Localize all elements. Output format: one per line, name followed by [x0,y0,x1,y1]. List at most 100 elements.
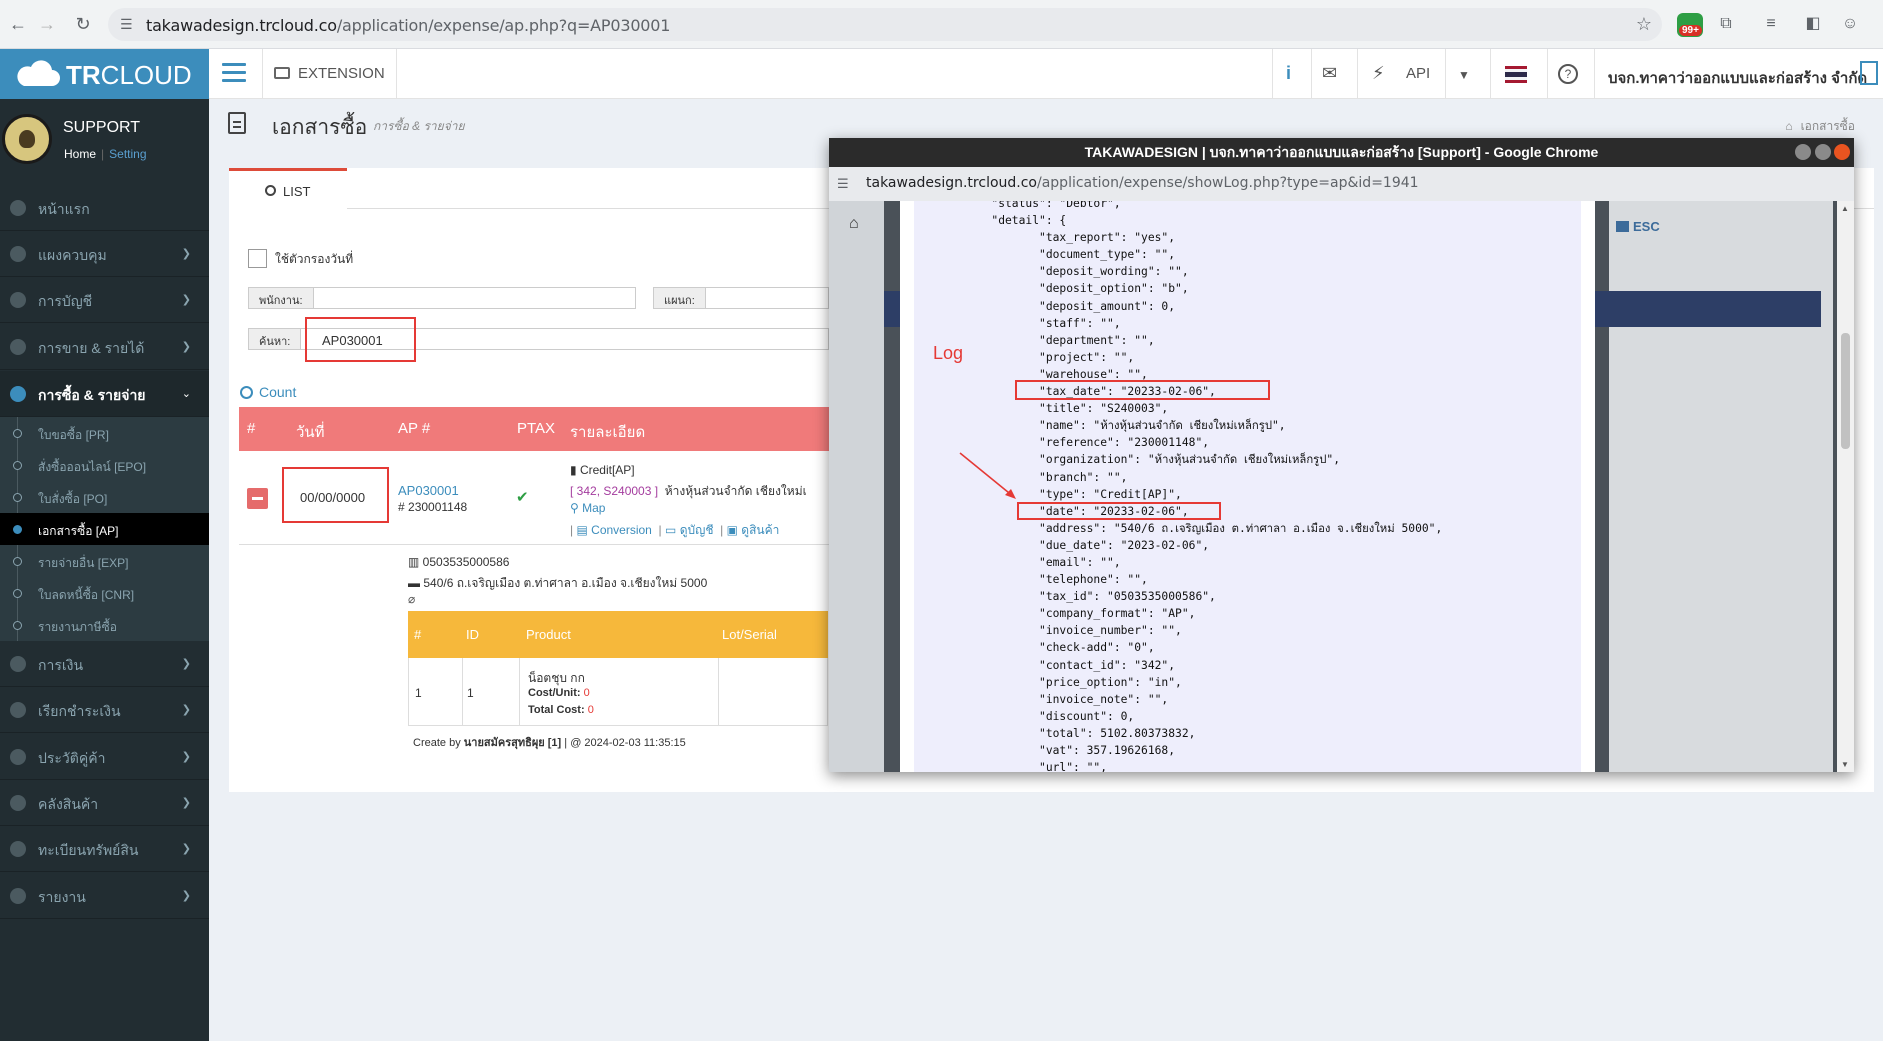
address-bar[interactable]: ☰ takawadesign.trcloud.co/application/ex… [108,8,1662,41]
scrollbar[interactable]: ▲ ▼ [1837,201,1854,772]
scroll-down-icon[interactable]: ▼ [1841,760,1849,769]
forward-icon[interactable]: → [35,12,59,36]
desktop-icon: ▭ [665,523,677,537]
site-settings-icon[interactable]: ☰ [837,176,849,192]
log-line: "price_option": "in", [971,675,1182,689]
submenu-item-epo[interactable]: สั่งซื้อออนไลน์ [EPO] [0,449,209,481]
info-icon[interactable]: i [1286,63,1291,84]
cloud-icon [17,60,60,86]
date-filter-checkbox[interactable] [248,249,267,268]
contact-tag[interactable]: [ 342, S240003 ] [570,484,658,498]
background-page [1609,201,1833,772]
col-ap[interactable]: AP # [398,420,430,437]
side-panel-icon[interactable]: ◧ [1801,12,1825,36]
company-name[interactable]: บจก.ทาคาว่าออกแบบและก่อสร้าง จำกัด [1608,66,1867,90]
view-account-link[interactable]: ดูบัญชี [680,523,714,537]
extension-badge-icon[interactable]: 99+ [1677,13,1703,37]
home-icon[interactable]: ⌂ [849,215,859,233]
sidebar-item-billing[interactable]: เรียกชำระเงิน ❯ [0,687,209,733]
close-icon[interactable] [1834,144,1850,160]
logo[interactable]: TRCLOUD [0,49,209,99]
reload-icon[interactable]: ↻ [71,12,95,36]
log-line: "invoice_number": "", [971,624,1182,638]
submenu-item-cnr[interactable]: ใบลดหนี้ซื้อ [CNR] [0,577,209,609]
create-by-label: Create by [413,737,461,749]
scroll-thumb[interactable] [1841,333,1850,449]
submenu-item-po[interactable]: ใบสั่งซื้อ [PO] [0,481,209,513]
sidebar-item-home[interactable]: หน้าแรก [0,185,209,231]
count-link[interactable]: Count [240,384,296,400]
profile-avatar-icon[interactable]: ☺ [1838,12,1862,36]
popup-address-bar[interactable]: ☰ takawadesign.trcloud.co/application/ex… [829,167,1854,201]
log-line: "email": "", [971,555,1121,569]
user-name: SUPPORT [63,119,141,136]
scroll-up-icon[interactable]: ▲ [1841,204,1849,213]
credit-card-icon [10,702,26,718]
log-line: "discount": 0, [971,709,1135,723]
home-link[interactable]: Home [64,147,96,161]
maximize-icon[interactable] [1815,144,1831,160]
collapse-row-button[interactable] [247,488,268,509]
sidebar-item-warehouse[interactable]: คลังสินค้า ❯ [0,780,209,826]
sidebar-item-purchase[interactable]: การซื้อ & รายจ่าย ⌄ [0,371,209,417]
breadcrumb-label: เอกสารซื้อ [1800,119,1855,133]
minimize-icon[interactable] [1795,144,1811,160]
map-link[interactable]: ⚲ Map [570,501,605,515]
mail-icon[interactable]: ✉ [1322,63,1337,84]
log-line: "document_type": "", [971,248,1176,262]
hamburger-menu-icon[interactable] [222,63,246,83]
bookmark-star-icon[interactable]: ☆ [1636,14,1652,35]
total-value: 0 [587,704,594,716]
chevron-right-icon: ❯ [181,751,191,763]
created-info: Create by นายสมัครสุทธิผุย [1] | @ 2024-… [413,733,686,751]
sidebar-item-contacts[interactable]: ประวัติคู่ค้า ❯ [0,734,209,780]
paperclip-icon[interactable]: ⌀ [408,592,415,606]
submenu-item-ap[interactable]: เอกสารซื้อ [AP] [0,513,209,545]
log-line: "department": "", [971,333,1155,347]
api-menu[interactable]: API [1406,65,1430,82]
submenu-item-tax-report[interactable]: รายงานภาษีซื้อ [0,609,209,641]
monitor-icon [274,67,290,79]
conversion-link[interactable]: Conversion [591,523,652,537]
tab-list[interactable]: LIST [229,168,347,210]
popup-title-bar[interactable]: TAKAWADESIGN | บจก.ทาคาว่าออกแบบและก่อสร… [829,138,1854,167]
sidebar-item-control-panel[interactable]: แผงควบคุม ❯ [0,231,209,277]
sidebar-item-label: การบัญชี [38,293,93,309]
sidebar-item-accounting[interactable]: การบัญชี ❯ [0,277,209,323]
extension-menu[interactable]: EXTENSION [274,65,385,82]
site-settings-icon[interactable]: ☰ [120,16,133,33]
extensions-puzzle-icon[interactable]: ⧉ [1714,12,1738,36]
esc-button[interactable]: ESC [1616,219,1660,234]
back-icon[interactable]: ← [6,12,30,36]
col-date[interactable]: วันที่ [296,420,325,444]
log-annotation: Log [933,343,964,363]
view-product-link[interactable]: ดูสินค้า [741,523,779,537]
ap-number-link[interactable]: AP030001 [398,483,459,498]
caret-down-icon[interactable]: ▼ [1458,68,1470,82]
col-ptax[interactable]: PTAX [517,420,555,437]
sidebar-item-assets[interactable]: ทะเบียนทรัพย์สิน ❯ [0,826,209,872]
row-reference: # 230001148 [398,500,468,514]
submenu-item-pr[interactable]: ใบขอซื้อ [PR] [0,417,209,449]
staff-field[interactable]: พนักงาน: [248,287,636,309]
sidebar-submenu: ใบขอซื้อ [PR] สั่งซื้อออนไลน์ [EPO] ใบสั… [0,417,209,641]
monitor-icon [10,246,26,262]
sidebar-item-label: หน้าแรก [38,201,90,217]
sidebar-item-sales[interactable]: การขาย & รายได้ ❯ [0,324,209,370]
submenu-item-exp[interactable]: รายจ่ายอื่น [EXP] [0,545,209,577]
bullet-icon [13,589,22,598]
breadcrumb[interactable]: ⌂ เอกสารซื้อ [1785,117,1855,136]
map-label: Map [582,501,606,515]
sidebar-item-label: การเงิน [38,657,84,673]
sidebar: SUPPORT Home | Setting หน้าแรก แผงควบคุม ❯ … [0,99,209,1041]
setting-link[interactable]: Setting [109,147,146,161]
submenu-label: รายจ่ายอื่น [EXP] [38,556,129,570]
bullet-icon [13,461,22,470]
sidebar-item-reports[interactable]: รายงาน ❯ [0,873,209,919]
thai-flag-icon[interactable] [1505,66,1527,83]
help-icon[interactable]: ? [1558,64,1578,84]
department-field[interactable]: แผนก: [653,287,829,309]
building-icon[interactable] [1860,61,1878,85]
media-control-icon[interactable]: ≡ [1759,12,1783,36]
sidebar-item-finance[interactable]: การเงิน ❯ [0,641,209,687]
